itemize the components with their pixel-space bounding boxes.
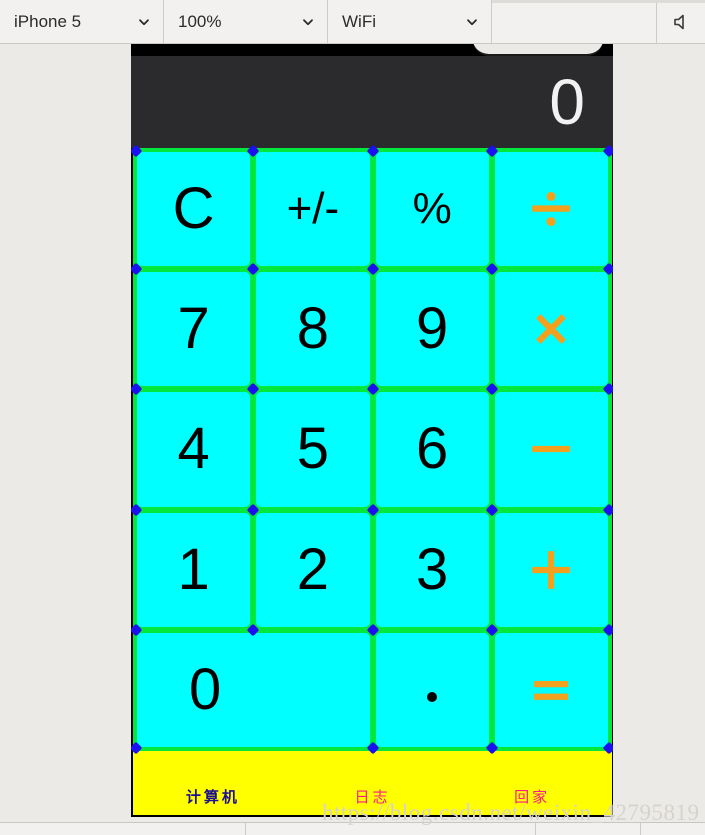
speaker-icon — [671, 12, 691, 32]
tab-home[interactable]: 回家 — [452, 786, 612, 815]
simulator-device-frame: 0 C +/-% ÷ 7 8 9 × 4 5 6− 1 2 3 +0.= 计算机日志回家 — [131, 44, 613, 817]
key-2[interactable]: 2 — [254, 510, 372, 629]
key-percent[interactable]: % — [373, 150, 491, 269]
key-plus-glyph-icon — [532, 550, 571, 589]
zoom-select[interactable]: 100% — [164, 0, 328, 43]
key-0[interactable]: 0 — [135, 630, 372, 749]
key-4-label: 4 — [177, 416, 210, 482]
display-value: 0 — [549, 66, 585, 138]
key-1-label: 1 — [177, 536, 210, 602]
key-4[interactable]: 4 — [135, 390, 253, 509]
key-clear[interactable]: C — [135, 150, 253, 269]
key-8-label: 8 — [296, 296, 329, 362]
chevron-down-icon — [301, 15, 315, 29]
device-notch-cutout — [473, 44, 603, 56]
key-equals-glyph-icon — [534, 680, 569, 700]
device-select[interactable]: iPhone 5 — [0, 0, 164, 43]
key-1[interactable]: 1 — [135, 510, 253, 629]
bottom-cell — [536, 823, 641, 835]
key-9-label: 9 — [415, 296, 449, 362]
key-9[interactable]: 9 — [373, 270, 491, 389]
key-multiply-glyph-icon — [536, 314, 566, 344]
key-7-label: 7 — [177, 296, 210, 362]
toolbar-spacer — [492, 0, 657, 43]
key-divide[interactable]: ÷ — [492, 150, 610, 269]
bottom-cell — [246, 823, 536, 835]
bottom-cell — [0, 823, 246, 835]
volume-button[interactable] — [657, 0, 705, 43]
device-select-label: iPhone 5 — [14, 11, 82, 31]
key-minus[interactable]: − — [492, 390, 610, 509]
key-sign[interactable]: +/- — [254, 150, 372, 269]
decimal-point-icon — [427, 691, 438, 702]
key-sign-label: +/- — [286, 184, 340, 234]
key-7[interactable]: 7 — [135, 270, 253, 389]
network-select-label: WiFi — [342, 11, 376, 31]
key-percent-label: % — [412, 184, 452, 234]
key-6-label: 6 — [415, 416, 449, 482]
page-gutter-right — [613, 44, 705, 835]
key-divide-glyph-icon — [532, 191, 571, 227]
key-6[interactable]: 6 — [373, 390, 491, 509]
key-8[interactable]: 8 — [254, 270, 372, 389]
key-dot[interactable]: . — [373, 630, 491, 749]
calculator-display: 0 — [131, 56, 613, 148]
chevron-down-icon — [137, 15, 151, 29]
key-5-label: 5 — [296, 416, 329, 482]
tab-calculator[interactable]: 计算机 — [133, 786, 293, 815]
bottom-status-bar — [0, 822, 705, 835]
key-3-label: 3 — [415, 536, 449, 602]
key-3[interactable]: 3 — [373, 510, 491, 629]
key-minus-glyph-icon — [532, 446, 571, 453]
chevron-down-icon — [465, 15, 479, 29]
page-gutter-left — [0, 44, 131, 835]
key-plus[interactable]: + — [492, 510, 610, 629]
key-clear-label: C — [172, 176, 215, 242]
calculator-keypad: C +/-% ÷ 7 8 9 × 4 5 6− 1 2 3 +0.= — [133, 148, 612, 751]
simulator-toolbar: iPhone 5 100% WiFi — [0, 0, 705, 44]
key-2-label: 2 — [296, 536, 329, 602]
zoom-select-label: 100% — [178, 11, 222, 31]
key-multiply[interactable]: × — [492, 270, 610, 389]
tab-log[interactable]: 日志 — [293, 786, 453, 815]
key-5[interactable]: 5 — [254, 390, 372, 509]
network-select[interactable]: WiFi — [328, 0, 492, 43]
tab-bar: 计算机 日志 回家 — [133, 751, 612, 815]
bottom-cell — [641, 823, 705, 835]
key-0-label: 0 — [189, 656, 222, 722]
key-equals[interactable]: = — [492, 630, 610, 749]
